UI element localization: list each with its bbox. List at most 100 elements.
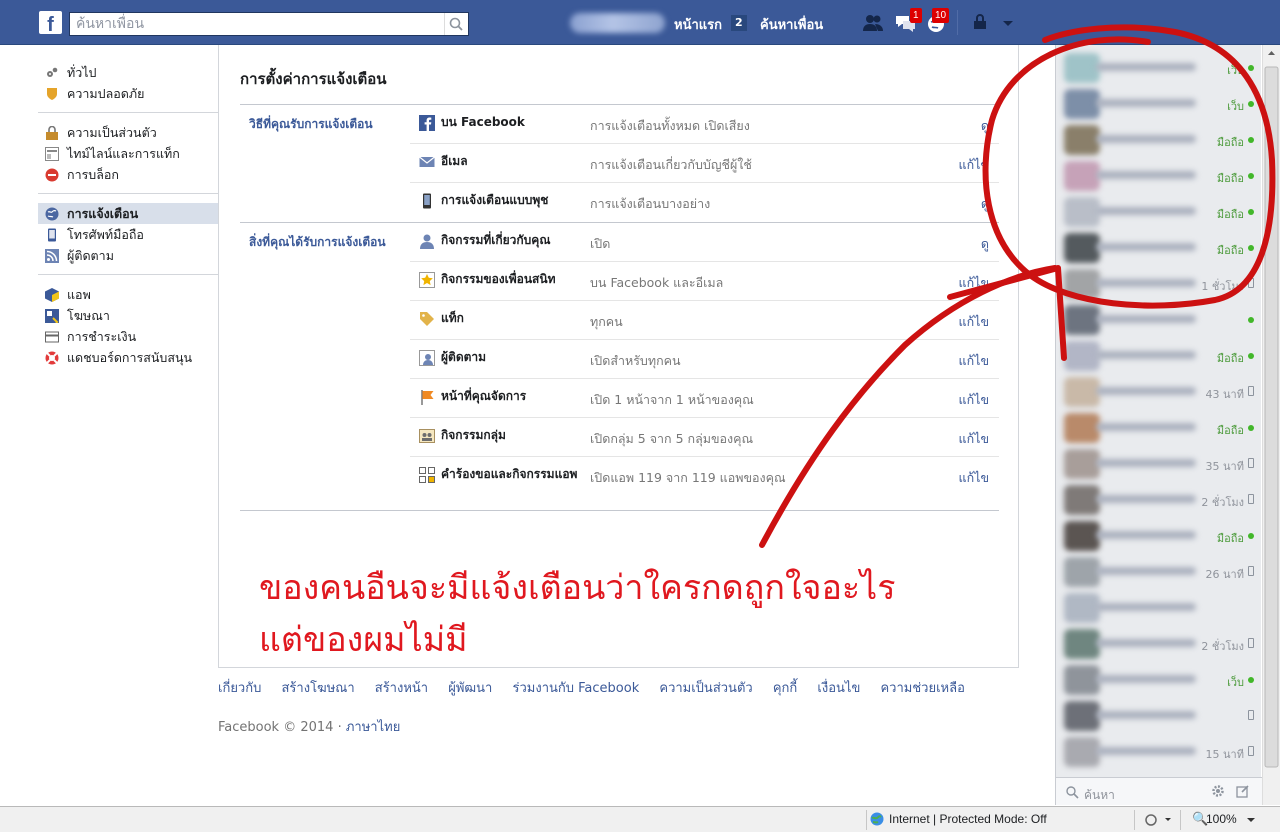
footer-link-privacy[interactable]: ความเป็นส่วนตัว	[659, 681, 752, 696]
facebook-logo-icon[interactable]: f	[39, 11, 62, 34]
edit-link[interactable]: แก้ไข	[959, 390, 989, 410]
footer-link-create-page[interactable]: สร้างหน้า	[375, 681, 428, 696]
edit-link[interactable]: แก้ไข	[959, 312, 989, 332]
chat-contact[interactable]: เว็บ	[1056, 661, 1262, 697]
find-friends-link[interactable]: ค้นหาเพื่อน	[760, 14, 823, 35]
zoom-level[interactable]: 100%	[1206, 812, 1237, 826]
search-button[interactable]	[444, 13, 468, 35]
settings-row-followers[interactable]: ผู้ติดตาม เปิดสำหรับทุกคน แก้ไข	[410, 340, 999, 379]
chat-contact[interactable]: 15 นาที	[1056, 733, 1262, 769]
settings-row-close-friends[interactable]: กิจกรรมของเพื่อนสนิท บน Facebook และอีเม…	[410, 262, 999, 301]
chat-contact[interactable]: มือถือ	[1056, 121, 1262, 157]
sidebar-item-general[interactable]: ทั่วไป	[38, 62, 218, 83]
sidebar-item-payments[interactable]: การชำระเงิน	[38, 326, 218, 347]
online-dot-icon	[1248, 353, 1254, 359]
profile-link[interactable]	[570, 13, 665, 33]
chat-contact[interactable]: 2 ชั่วโมง	[1056, 481, 1262, 517]
contact-status: 26 นาที	[1205, 568, 1244, 581]
protected-mode-icon[interactable]	[1145, 813, 1173, 827]
chat-search-placeholder: ค้นหา	[1084, 788, 1115, 802]
compose-icon[interactable]	[1236, 784, 1250, 798]
footer-link-terms[interactable]: เงื่อนไข	[817, 681, 860, 696]
chat-contact[interactable]: 43 นาที	[1056, 373, 1262, 409]
chat-contact[interactable]: 26 นาที	[1056, 553, 1262, 589]
sidebar-item-privacy[interactable]: ความเป็นส่วนตัว	[38, 122, 218, 143]
online-dot-icon	[1248, 677, 1254, 683]
online-dot-icon	[1248, 137, 1254, 143]
settings-row-pages-you-manage[interactable]: หน้าที่คุณจัดการ เปิด 1 หน้าจาก 1 หน้าขอ…	[410, 379, 999, 418]
contact-name-blurred	[1096, 459, 1196, 467]
sidebar-item-timeline-tagging[interactable]: ไทม์ไลน์และการแท็ก	[38, 143, 218, 164]
sidebar-item-security[interactable]: ความปลอดภัย	[38, 83, 218, 104]
chevron-down-icon[interactable]	[1245, 813, 1257, 827]
view-link[interactable]: ดู	[981, 194, 989, 214]
gear-icon[interactable]	[1211, 784, 1225, 798]
chat-contact[interactable]: 2 ชั่วโมง	[1056, 625, 1262, 661]
chat-contact[interactable]	[1056, 301, 1262, 337]
view-link[interactable]: ดู	[981, 116, 989, 136]
chat-contact[interactable]: เว็บ	[1056, 49, 1262, 85]
status-divider	[1180, 810, 1181, 830]
chat-contact[interactable]	[1056, 697, 1262, 733]
sidebar-item-apps[interactable]: แอพ	[38, 284, 218, 305]
privacy-shortcuts[interactable]	[972, 12, 996, 34]
search-box[interactable]	[69, 12, 469, 36]
edit-link[interactable]: แก้ไข	[959, 273, 989, 293]
chat-contact[interactable]: มือถือ	[1056, 157, 1262, 193]
cube-icon	[45, 288, 59, 302]
chat-search-bar[interactable]: ค้นหา	[1056, 777, 1262, 805]
chat-contact[interactable]	[1056, 589, 1262, 625]
chevron-down-icon	[1003, 21, 1013, 26]
settings-row-tags[interactable]: แท็ก ทุกคน แก้ไข	[410, 301, 999, 340]
edit-link[interactable]: แก้ไข	[959, 155, 989, 175]
edit-link[interactable]: แก้ไข	[959, 351, 989, 371]
security-zone[interactable]: Internet | Protected Mode: Off	[889, 812, 1047, 826]
chat-contact[interactable]: มือถือ	[1056, 337, 1262, 373]
footer-link-about[interactable]: เกี่ยวกับ	[218, 681, 261, 696]
facebook-icon	[419, 115, 435, 131]
chat-contact[interactable]: 35 นาที	[1056, 445, 1262, 481]
footer-link-create-ad[interactable]: สร้างโฆษณา	[282, 681, 355, 696]
footer-links: เกี่ยวกับ สร้างโฆษณา สร้างหน้า ผู้พัฒนา …	[218, 677, 981, 698]
contact-name-blurred	[1096, 99, 1196, 107]
sidebar-item-blocking[interactable]: การบล็อก	[38, 164, 218, 185]
section-label: สิ่งที่คุณได้รับการแจ้งเตือน	[249, 235, 386, 249]
chat-contact[interactable]: มือถือ	[1056, 409, 1262, 445]
edit-link[interactable]: แก้ไข	[959, 468, 989, 488]
language-link[interactable]: ภาษาไทย	[346, 720, 400, 735]
friend-requests-jewel[interactable]	[861, 12, 885, 34]
settings-row-activity-about-you[interactable]: กิจกรรมที่เกี่ยวกับคุณ เปิด ดู	[410, 223, 999, 262]
sidebar-item-ads[interactable]: โฆษณา	[38, 305, 218, 326]
page-scrollbar[interactable]	[1262, 45, 1280, 805]
settings-row-app-requests[interactable]: คำร้องขอและกิจกรรมแอพ เปิดแอพ 119 จาก 11…	[410, 457, 999, 503]
chat-contact[interactable]: มือถือ	[1056, 193, 1262, 229]
edit-link[interactable]: แก้ไข	[959, 429, 989, 449]
account-menu[interactable]	[1000, 12, 1024, 34]
section-label: วิธีที่คุณรับการแจ้งเตือน	[249, 117, 373, 131]
footer-link-developers[interactable]: ผู้พัฒนา	[448, 681, 492, 696]
footer-link-careers[interactable]: ร่วมงานกับ Facebook	[513, 681, 640, 696]
how-you-get-notifications-section: วิธีที่คุณรับการแจ้งเตือน บน Facebook กา…	[240, 104, 999, 222]
view-link[interactable]: ดู	[981, 234, 989, 254]
sidebar-item-followers[interactable]: ผู้ติดตาม	[38, 245, 218, 266]
sidebar-item-notifications[interactable]: การแจ้งเตือน	[38, 203, 218, 224]
settings-row-email[interactable]: อีเมล การแจ้งเตือนเกี่ยวกับบัญชีผู้ใช้ แ…	[410, 144, 999, 183]
avatar	[1064, 449, 1100, 479]
sidebar-item-mobile[interactable]: โทรศัพท์มือถือ	[38, 224, 218, 245]
home-link[interactable]: หน้าแรก	[674, 14, 722, 35]
sidebar-item-support-dashboard[interactable]: แดชบอร์ดการสนับสนุน	[38, 347, 218, 368]
contact-status: 2 ชั่วโมง	[1201, 640, 1244, 653]
contact-name-blurred	[1096, 675, 1196, 683]
chat-contact[interactable]: เว็บ	[1056, 85, 1262, 121]
avatar	[1064, 89, 1100, 119]
settings-row-group-activity[interactable]: กิจกรรมกลุ่ม เปิดกลุ่ม 5 จาก 5 กลุ่มของค…	[410, 418, 999, 457]
chat-contact[interactable]: 1 ชั่วโมง	[1056, 265, 1262, 301]
settings-row-push[interactable]: การแจ้งเตือนแบบพุช การแจ้งเตือนบางอย่าง …	[410, 183, 999, 222]
chat-contact[interactable]: มือถือ	[1056, 517, 1262, 553]
chat-contact[interactable]: มือถือ	[1056, 229, 1262, 265]
scrollbar-track	[1264, 51, 1279, 768]
footer-link-cookies[interactable]: คุกกี้	[773, 681, 797, 696]
search-input[interactable]	[70, 13, 430, 35]
settings-row-on-facebook[interactable]: บน Facebook การแจ้งเตือนทั้งหมด เปิดเสีย…	[410, 105, 999, 144]
footer-link-help[interactable]: ความช่วยเหลือ	[880, 681, 964, 696]
